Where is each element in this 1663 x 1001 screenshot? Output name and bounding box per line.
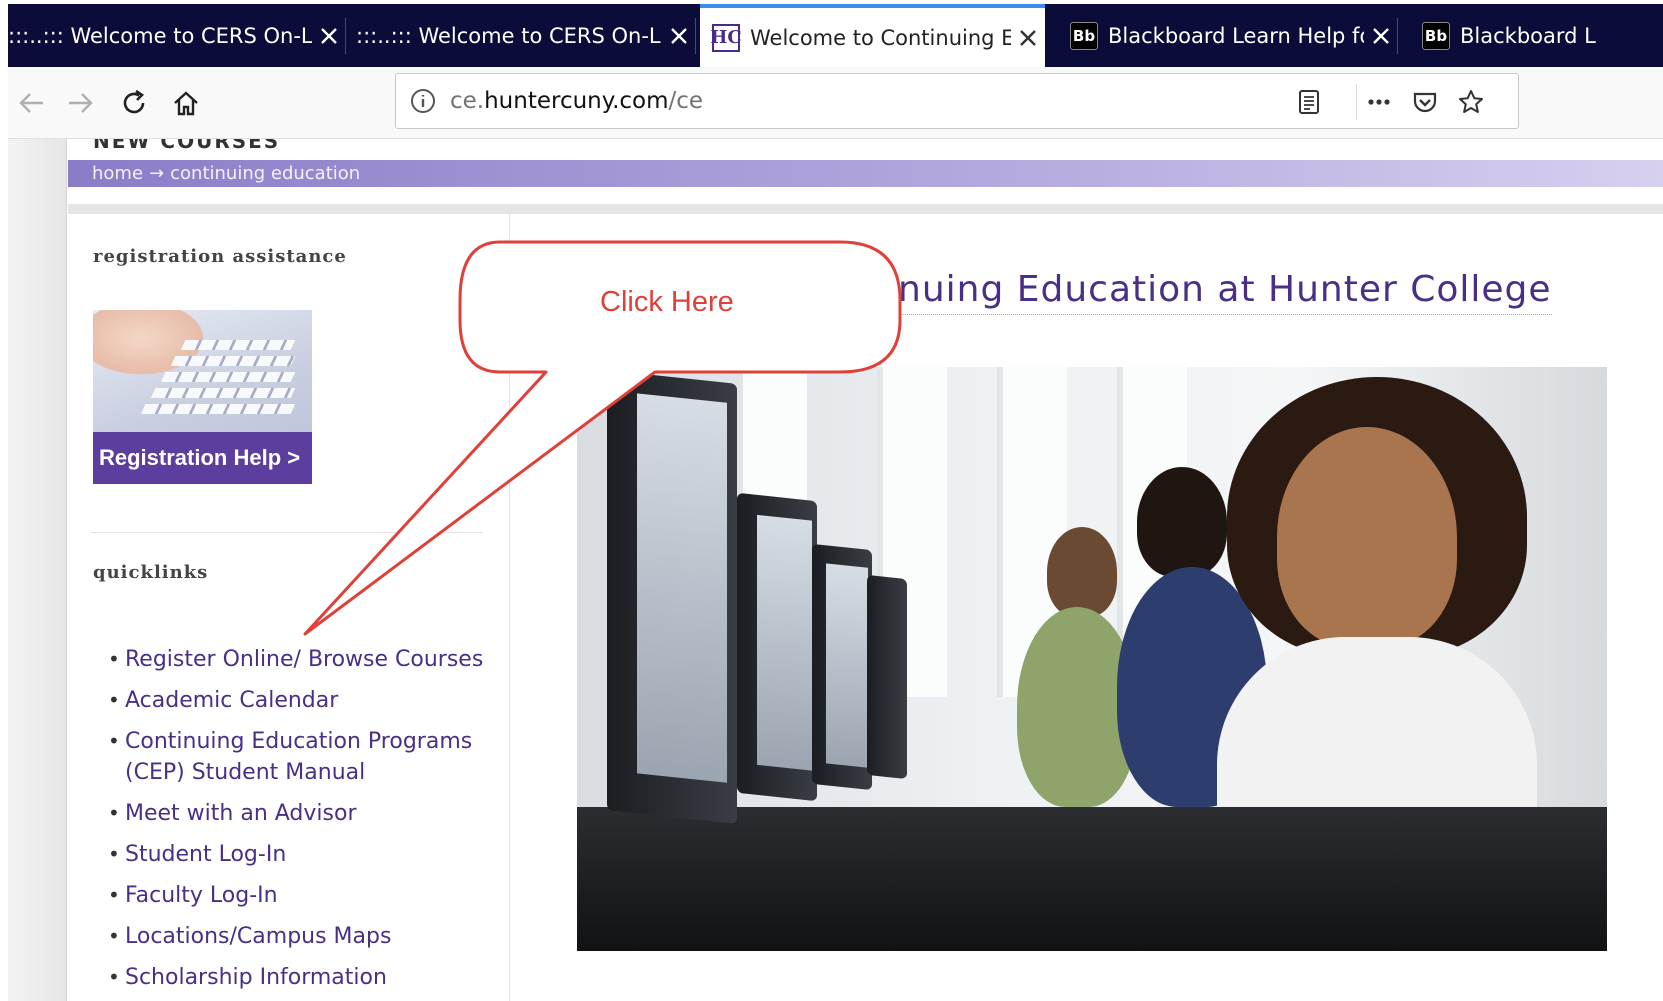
url-text[interactable]: ce.huntercuny.com/ce xyxy=(450,88,703,114)
computer-monitor xyxy=(812,543,872,791)
blackboard-favicon-icon: Bb xyxy=(1422,21,1450,50)
forward-button[interactable] xyxy=(58,81,102,125)
monitor-screen xyxy=(757,514,812,771)
url-subdomain: ce. xyxy=(450,88,485,114)
home-icon xyxy=(174,91,198,116)
more-dots-icon xyxy=(1368,99,1390,105)
tab-strip: :::..::: Welcome to CERS On-Line! :: :::… xyxy=(8,4,1663,67)
student-head xyxy=(1047,527,1117,617)
close-icon[interactable] xyxy=(312,19,346,53)
blackboard-favicon-icon: Bb xyxy=(1070,21,1098,50)
monitor-screen xyxy=(637,393,727,783)
keyboard-row xyxy=(180,340,296,350)
toolbar-divider xyxy=(1356,84,1357,120)
page-title: nuing Education at Hunter College xyxy=(898,269,1552,315)
pocket-button[interactable] xyxy=(1408,85,1442,119)
keyboard-row xyxy=(150,388,296,398)
tab-cers-1[interactable]: :::..::: Welcome to CERS On-Line! :: xyxy=(8,4,346,67)
url-domain: huntercuny.com xyxy=(484,88,669,114)
quicklink-meet-advisor[interactable]: Meet with an Advisor xyxy=(108,798,498,829)
tab-separator xyxy=(1397,18,1398,54)
navigation-toolbar: ce.huntercuny.com/ce xyxy=(8,67,1663,139)
new-courses-banner[interactable]: NEW COURSES xyxy=(93,139,280,153)
computer-monitor xyxy=(737,492,817,802)
reader-view-icon xyxy=(1299,90,1319,114)
quicklink-academic-calendar[interactable]: Academic Calendar xyxy=(108,685,498,716)
quicklink-student-login[interactable]: Student Log-In xyxy=(108,839,498,870)
keyboard-row xyxy=(160,372,296,382)
forward-arrow-icon xyxy=(69,93,93,113)
hero-students-at-computers-image xyxy=(577,367,1607,951)
close-icon[interactable] xyxy=(1364,19,1398,53)
computer-monitor xyxy=(867,574,907,780)
quicklink-faculty-login[interactable]: Faculty Log-In xyxy=(108,880,498,911)
tab-blackboard[interactable]: Bb Blackboard L xyxy=(1410,4,1663,67)
url-path: /ce xyxy=(668,88,704,114)
student-head xyxy=(1137,467,1227,577)
tab-continuing-education[interactable]: HC Welcome to Continuing Educa xyxy=(700,4,1045,67)
quicklinks-list: Register Online/ Browse Courses Academic… xyxy=(108,644,498,1001)
tab-title: :::..::: Welcome to CERS On-Line! :: xyxy=(356,23,662,48)
quicklink-cep-student-manual[interactable]: Continuing Education Programs (CEP) Stud… xyxy=(108,726,498,788)
bookmark-star-button[interactable] xyxy=(1454,85,1488,119)
close-icon[interactable] xyxy=(662,19,696,53)
back-button[interactable] xyxy=(10,81,54,125)
registration-help-button[interactable]: Registration Help > xyxy=(93,432,312,484)
keyboard-row xyxy=(170,356,296,366)
page-actions-button[interactable] xyxy=(1362,85,1396,119)
breadcrumb-arrow: → xyxy=(149,163,165,184)
page-left-margin xyxy=(8,139,67,1001)
tab-blackboard-help[interactable]: Bb Blackboard Learn Help for Stu xyxy=(1058,4,1398,67)
monitor-screen xyxy=(826,563,868,768)
quicklink-scholarship-info[interactable]: Scholarship Information xyxy=(108,962,498,993)
tab-title: Blackboard Learn Help for Stu xyxy=(1108,23,1364,48)
desk xyxy=(577,807,1607,951)
registration-help-banner[interactable]: Registration Help > xyxy=(93,310,312,484)
quicklink-locations-maps[interactable]: Locations/Campus Maps xyxy=(108,921,498,952)
hunter-college-favicon-icon: HC xyxy=(710,23,742,52)
tab-separator xyxy=(345,18,346,54)
tab-title: Blackboard L xyxy=(1460,23,1596,48)
sidebar-divider xyxy=(91,532,483,533)
breadcrumb: home → continuing education xyxy=(68,160,1663,187)
quicklinks-heading: quicklinks xyxy=(93,562,209,583)
computer-monitor xyxy=(607,370,737,824)
pocket-icon xyxy=(1413,92,1437,113)
close-icon[interactable] xyxy=(1011,21,1045,55)
info-icon[interactable] xyxy=(410,88,436,114)
content-divider xyxy=(68,204,1663,214)
breadcrumb-current: continuing education xyxy=(170,163,361,184)
tab-cers-2[interactable]: :::..::: Welcome to CERS On-Line! :: xyxy=(356,4,696,67)
reload-icon xyxy=(123,89,145,114)
keyboard-row xyxy=(140,404,296,414)
breadcrumb-home-link[interactable]: home xyxy=(92,163,143,184)
reader-view-button[interactable] xyxy=(1292,85,1326,119)
address-bar[interactable]: ce.huntercuny.com/ce xyxy=(395,73,1519,129)
reload-button[interactable] xyxy=(112,81,156,125)
tab-title: :::..::: Welcome to CERS On-Line! :: xyxy=(8,23,312,48)
tab-separator xyxy=(695,18,696,54)
web-page-content: NEW COURSES home → continuing education … xyxy=(8,139,1663,1001)
registration-assistance-heading: registration assistance xyxy=(93,246,347,267)
home-button[interactable] xyxy=(164,81,208,125)
star-icon xyxy=(1459,90,1483,113)
student-face xyxy=(1277,427,1457,647)
quicklink-register-online[interactable]: Register Online/ Browse Courses xyxy=(108,644,498,675)
back-arrow-icon xyxy=(19,93,43,113)
tab-title: Welcome to Continuing Educa xyxy=(750,25,1011,50)
